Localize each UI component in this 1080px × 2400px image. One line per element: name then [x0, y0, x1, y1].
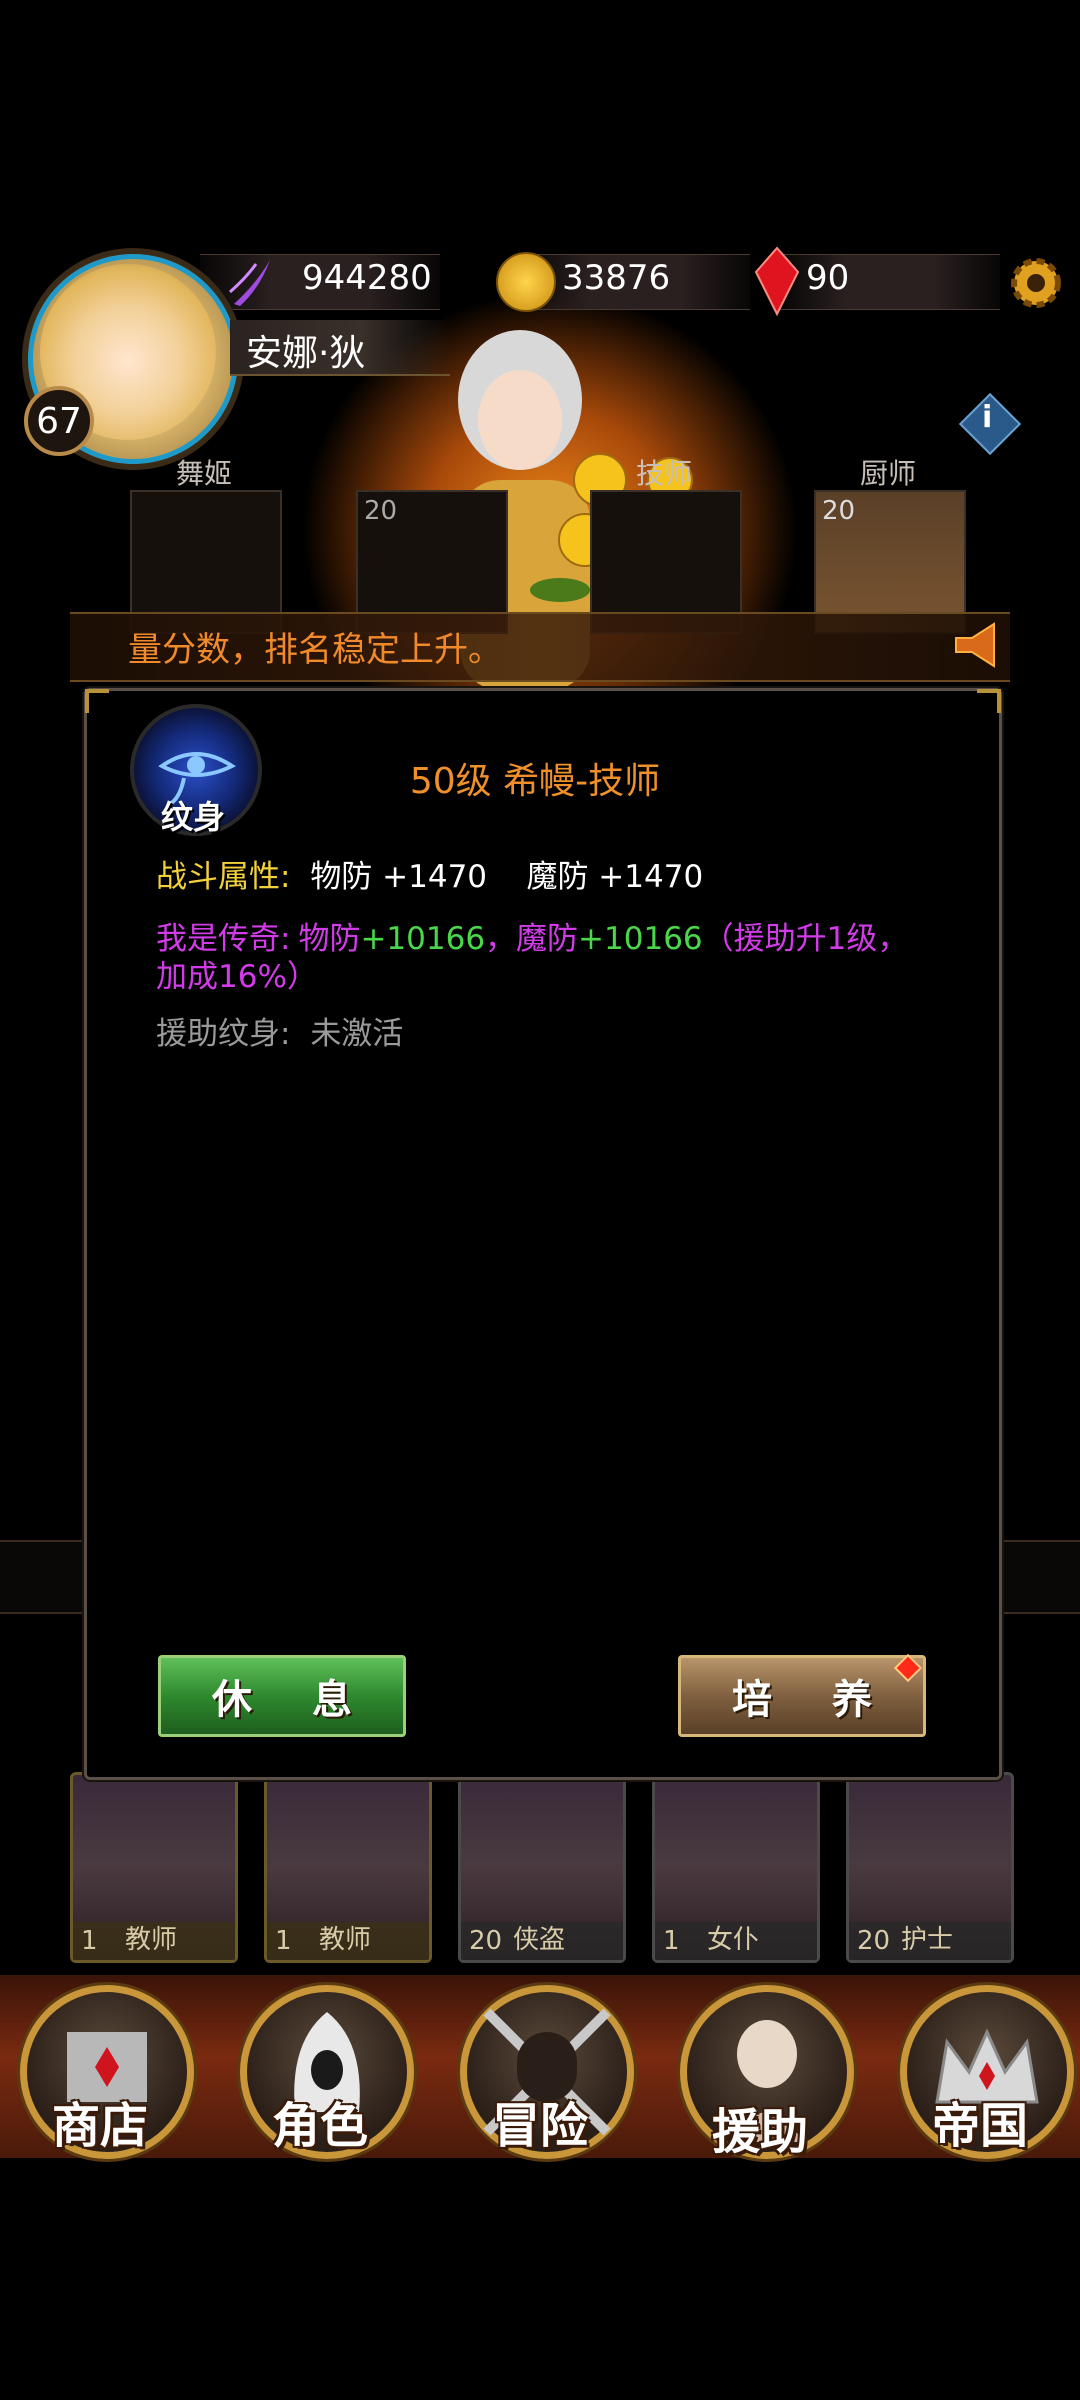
dialog-corner-ornament	[977, 689, 1001, 713]
card-level: 20	[469, 1926, 503, 1956]
character-card[interactable]: 20 护士	[846, 1772, 1014, 1963]
character-card[interactable]: 1 教师	[264, 1772, 432, 1963]
tattoo-detail-dialog	[84, 688, 1002, 1780]
info-icon-glyph: i	[982, 400, 993, 435]
gold-coin-icon	[496, 252, 556, 312]
card-role: 教师	[319, 1925, 372, 1955]
character-card[interactable]: 1 教师	[70, 1772, 238, 1963]
player-level-badge: 67	[24, 386, 94, 456]
nav-adventure-label: 冒险	[491, 2098, 588, 2154]
assist-tattoo-row: 援助纹身: 未激活	[156, 1015, 403, 1053]
character-card[interactable]: 1 女仆	[652, 1772, 820, 1963]
dialog-title: 50级 希幔-技师	[409, 761, 661, 802]
tattoo-label: 纹身	[160, 798, 225, 836]
assist-tattoo-label: 援助纹身:	[156, 1016, 291, 1052]
card-role: 女仆	[707, 1925, 760, 1955]
card-level: 1	[663, 1926, 680, 1956]
battle-attributes-row: 战斗属性: 物防 +1470 魔防 +1470	[156, 858, 703, 896]
gold-value: 33876	[562, 258, 671, 298]
rest-button[interactable]: 休息	[158, 1655, 406, 1737]
purple-claw-icon	[229, 260, 270, 306]
card-role: 护士	[901, 1925, 954, 1955]
ticker-text: 量分数，排名稳定上升。	[128, 630, 502, 670]
card-role: 侠盗	[513, 1925, 566, 1955]
gem-value: 90	[806, 258, 850, 298]
megaphone-icon[interactable]	[950, 618, 1006, 672]
gear-icon[interactable]	[1000, 250, 1072, 316]
legend-magic-label: ，魔防	[485, 921, 579, 957]
card-level: 20	[857, 1926, 891, 1956]
card-level: 1	[81, 1926, 98, 1956]
battle-attributes-value: 物防 +1470 魔防 +1470	[310, 859, 704, 895]
energy-value: 944280	[302, 258, 432, 298]
player-name: 安娜·狄	[246, 333, 366, 374]
red-gem-icon	[754, 246, 800, 316]
character-card[interactable]: 20 侠盗	[458, 1772, 626, 1963]
legend-phys-label: 物防	[298, 921, 361, 957]
legend-phys-value: +10166	[360, 921, 486, 957]
card-role: 教师	[125, 1925, 178, 1955]
rest-button-label: 休息	[212, 1676, 412, 1723]
slot-label-technician: 技师	[635, 457, 692, 490]
card-level: 1	[275, 1926, 292, 1956]
slot-level: 20	[364, 496, 398, 526]
nav-character-label: 角色	[271, 2098, 368, 2154]
legend-bonus-row: 我是传奇: 物防+10166，魔防+10166（援助升1级，加成16%）	[156, 920, 936, 996]
legend-magic-value: +10166	[578, 921, 703, 957]
slot-level: 20	[822, 496, 856, 526]
train-button[interactable]: 培养	[678, 1655, 926, 1737]
assist-tattoo-value: 未激活	[310, 1016, 404, 1052]
nav-empire-label: 帝国	[931, 2098, 1028, 2154]
nav-assist-label: 援助	[711, 2104, 808, 2160]
battle-attributes-label: 战斗属性:	[156, 859, 291, 895]
nav-shop-label: 商店	[51, 2098, 148, 2154]
slot-label-chef: 厨师	[859, 457, 916, 490]
legend-label: 我是传奇:	[156, 921, 291, 957]
dialog-corner-ornament	[85, 689, 109, 713]
